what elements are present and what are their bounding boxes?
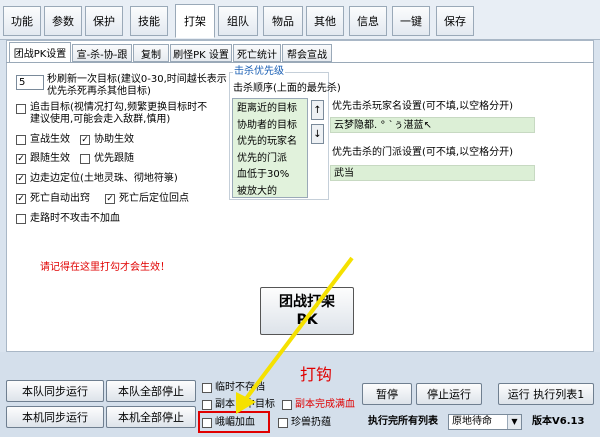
version-label: 版本V6.13 [532, 416, 585, 427]
after-list-select[interactable]: 原地待命 ▼ [448, 414, 522, 430]
list-done-label: 执行完所有列表 [368, 416, 438, 427]
chevron-down-icon[interactable]: ▼ [507, 415, 521, 429]
annotation-text: 打钩 [300, 365, 333, 384]
stop-run-button[interactable]: 停止运行 [416, 383, 482, 405]
pause-button[interactable]: 暂停 [362, 383, 412, 405]
run-list-button[interactable]: 运行 执行列表1 [498, 383, 594, 405]
after-list-select-value: 原地待命 [452, 416, 492, 427]
